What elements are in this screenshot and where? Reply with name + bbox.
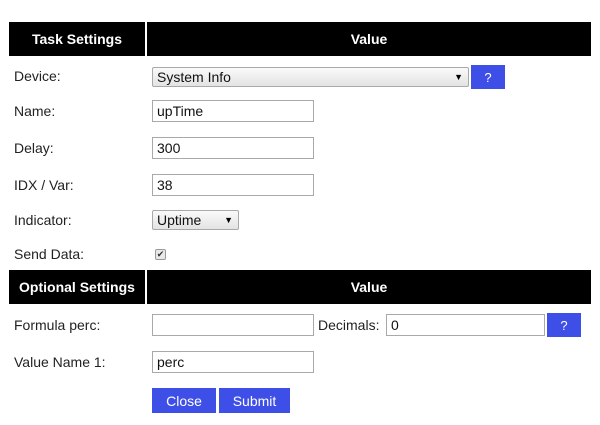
name-input[interactable] xyxy=(152,100,314,122)
optional-settings-value-header: Value xyxy=(147,270,591,304)
optional-settings-header: Optional Settings xyxy=(9,270,145,304)
submit-button[interactable]: Submit xyxy=(219,388,290,413)
decimals-help-button[interactable]: ? xyxy=(547,313,581,337)
close-button[interactable]: Close xyxy=(152,388,216,413)
formula-input[interactable] xyxy=(152,314,314,336)
idx-label: IDX / Var: xyxy=(14,177,74,193)
task-settings-header: Task Settings xyxy=(9,22,145,56)
chevron-down-icon: ▼ xyxy=(454,72,463,82)
indicator-select[interactable]: Uptime ▼ xyxy=(152,210,239,230)
device-select[interactable]: System Info ▼ xyxy=(152,67,469,87)
name-label: Name: xyxy=(14,103,56,119)
send-data-checkbox[interactable]: ✔ xyxy=(155,249,166,260)
delay-label: Delay: xyxy=(14,140,54,156)
decimals-input[interactable] xyxy=(386,314,545,336)
decimals-label: Decimals: xyxy=(318,317,380,333)
indicator-label: Indicator: xyxy=(14,212,72,228)
formula-label: Formula perc: xyxy=(14,317,101,333)
chevron-down-icon: ▼ xyxy=(224,215,233,225)
value-name-label: Value Name 1: xyxy=(14,354,106,370)
device-label: Device: xyxy=(14,68,61,84)
indicator-select-value: Uptime xyxy=(157,212,202,228)
delay-input[interactable] xyxy=(152,137,314,159)
idx-input[interactable] xyxy=(152,174,314,196)
device-help-button[interactable]: ? xyxy=(471,65,505,89)
device-select-value: System Info xyxy=(157,69,231,85)
task-settings-value-header: Value xyxy=(147,22,591,56)
value-name-input[interactable] xyxy=(152,351,314,373)
send-data-label: Send Data: xyxy=(14,246,85,262)
